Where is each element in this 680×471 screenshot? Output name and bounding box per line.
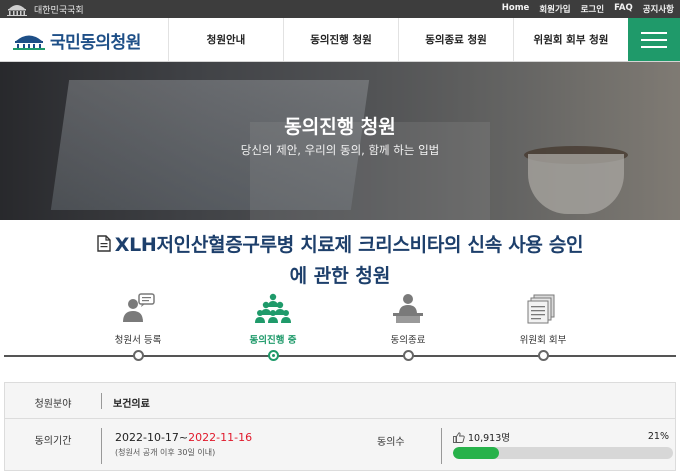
faq-link[interactable]: FAQ bbox=[614, 3, 633, 15]
hero-subtitle: 당신의 제안, 우리의 동의, 함께 하는 입법 bbox=[240, 143, 440, 157]
field-value: 보건의료 bbox=[113, 399, 150, 410]
nav-item-committee[interactable]: 위원회 회부 청원 bbox=[513, 18, 628, 61]
step-committee: 위원회 회부 bbox=[483, 292, 603, 361]
nav-menu: 청원안내 동의진행 청원 동의종료 청원 위원회 회부 청원 bbox=[168, 18, 628, 61]
signup-link[interactable]: 회원가입 bbox=[539, 3, 570, 15]
step-dot-committee bbox=[538, 350, 549, 361]
row-divider bbox=[101, 393, 102, 409]
petition-title-line1-wrap: XLH저인산혈증구루병 치료제 크리스비타의 신속 사용 승인 bbox=[30, 230, 650, 257]
petition-stepper: 청원서 등록 동의진행 중 동의종료 위원회 회부 bbox=[0, 292, 680, 364]
assembly-logo-icon bbox=[13, 35, 45, 50]
period-end: 2022-11-16 bbox=[188, 431, 253, 444]
step-label-closed: 동의종료 bbox=[390, 335, 426, 346]
person-desk-icon bbox=[393, 294, 423, 323]
period-label: 동의기간 bbox=[34, 436, 72, 447]
agree-count-wrap: 10,913명 bbox=[453, 430, 510, 444]
agree-progress-bar bbox=[453, 447, 673, 459]
step-dot-register bbox=[133, 350, 144, 361]
info-row-period: 동의기간 2022-10-17~2022-11-16 (청원서 공개 이후 30… bbox=[5, 420, 675, 470]
agree-label: 동의수 bbox=[377, 437, 405, 448]
petition-title: XLH저인산혈증구루병 치료제 크리스비타의 신속 사용 승인 에 관한 청원 bbox=[30, 230, 650, 288]
hamburger-menu-icon[interactable] bbox=[628, 18, 680, 61]
thumbs-up-icon bbox=[453, 431, 465, 443]
period-start: 2022-10-17~ bbox=[115, 431, 189, 444]
petition-info-table: 청원분야 보건의료 동의기간 2022-10-17~2022-11-16 (청원… bbox=[4, 382, 676, 471]
step-dot-ongoing bbox=[268, 350, 279, 361]
petition-title-line2: 에 관한 청원 bbox=[289, 265, 391, 287]
nav-item-closed[interactable]: 동의종료 청원 bbox=[398, 18, 513, 61]
step-dot-closed bbox=[403, 350, 414, 361]
step-ongoing: 동의진행 중 bbox=[213, 292, 333, 361]
period-note: (청원서 공개 이후 30일 이내) bbox=[115, 448, 216, 457]
site-logo[interactable]: 국민동의청원 bbox=[12, 28, 141, 53]
step-label-committee: 위원회 회부 bbox=[519, 335, 567, 346]
stepper-line bbox=[4, 355, 676, 357]
nav-item-guide[interactable]: 청원안내 bbox=[168, 18, 283, 61]
agree-progress-fill bbox=[453, 447, 500, 459]
group-icon bbox=[255, 293, 291, 323]
info-row-field: 청원분야 보건의료 bbox=[5, 383, 675, 419]
row-divider bbox=[101, 428, 102, 464]
login-link[interactable]: 로그인 bbox=[581, 3, 604, 15]
step-closed: 동의종료 bbox=[348, 292, 468, 361]
agree-percent: 21% bbox=[647, 431, 669, 442]
petition-title-line1: XLH저인산혈증구루병 치료제 크리스비타의 신속 사용 승인 bbox=[114, 234, 584, 256]
nav-item-ongoing[interactable]: 동의진행 청원 bbox=[283, 18, 398, 61]
hero-title: 동의진행 청원 bbox=[284, 116, 396, 138]
notice-link[interactable]: 공지사항 bbox=[643, 3, 674, 15]
agree-count: 10,913명 bbox=[468, 433, 510, 444]
top-utility-bar: 대한민국국회 Home 회원가입 로그인 FAQ 공지사항 bbox=[0, 0, 680, 18]
hero-overlay bbox=[0, 62, 680, 220]
document-icon bbox=[97, 235, 111, 252]
period-dates: 2022-10-17~2022-11-16 bbox=[115, 431, 252, 444]
document-stack-icon bbox=[527, 294, 555, 324]
assembly-link[interactable]: 대한민국국회 bbox=[6, 2, 84, 16]
step-label-ongoing: 동의진행 중 bbox=[249, 335, 297, 346]
step-register: 청원서 등록 bbox=[78, 292, 198, 361]
utility-links: Home 회원가입 로그인 FAQ 공지사항 bbox=[502, 3, 674, 15]
national-assembly-dome-icon bbox=[7, 5, 27, 16]
logo-text: 국민동의청원 bbox=[50, 33, 141, 53]
hero-banner: 동의진행 청원 당신의 제안, 우리의 동의, 함께 하는 입법 bbox=[0, 62, 680, 220]
main-nav: 국민동의청원 청원안내 동의진행 청원 동의종료 청원 위원회 회부 청원 bbox=[0, 18, 680, 62]
home-link[interactable]: Home bbox=[502, 3, 530, 15]
agree-divider bbox=[441, 428, 442, 464]
person-speech-icon bbox=[123, 293, 155, 322]
step-label-register: 청원서 등록 bbox=[114, 335, 162, 346]
assembly-name: 대한민국국회 bbox=[34, 5, 84, 16]
field-label: 청원분야 bbox=[34, 399, 72, 410]
